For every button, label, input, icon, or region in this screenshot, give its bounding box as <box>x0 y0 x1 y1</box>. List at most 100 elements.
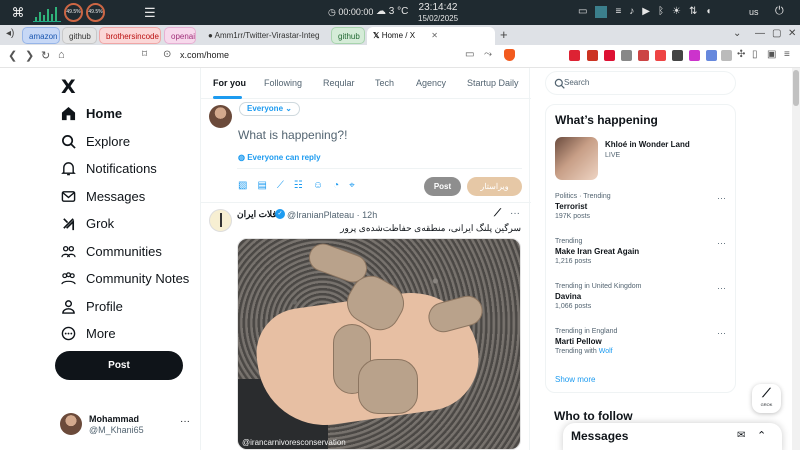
tab-github-2[interactable]: github <box>331 27 365 44</box>
live-thumbnail[interactable] <box>555 137 598 180</box>
window-icon[interactable]: ▭ <box>578 6 587 18</box>
close-tab-icon[interactable]: ✕ <box>431 31 438 40</box>
share-icon[interactable]: ⤳ <box>484 49 492 60</box>
tweet-handle[interactable]: @IranianPlateau · 12h <box>287 210 377 220</box>
more-dots-icon[interactable]: ··· <box>717 283 726 293</box>
more-dots-icon[interactable]: ··· <box>180 416 190 427</box>
tweet-avatar[interactable] <box>209 209 232 232</box>
extensions-puzzle-icon[interactable]: ✣ <box>737 49 745 60</box>
minimize-icon[interactable]: — <box>755 28 765 39</box>
tab-brothersincode[interactable]: brothersincode <box>99 27 161 44</box>
site-info-icon[interactable]: ⊙ <box>163 49 171 60</box>
timer[interactable]: ◷ 00:00:00 <box>328 7 373 18</box>
keyboard-layout[interactable]: us <box>749 7 759 17</box>
reading-list-icon[interactable]: ▯ <box>752 49 758 60</box>
maximize-icon[interactable]: ▢ <box>772 28 781 39</box>
tab-reqular[interactable]: Reqular <box>323 78 355 88</box>
more-dots-icon[interactable]: ··· <box>717 193 726 203</box>
brightness-icon[interactable]: ☀ <box>672 6 681 18</box>
account-switcher[interactable]: Mohammad @M_Khani65 ··· <box>60 413 200 439</box>
tab-startup-daily[interactable]: Startup Daily <box>467 78 519 88</box>
live-title[interactable]: Khloé in Wonder Land <box>605 140 690 149</box>
compose-post-button[interactable]: Post <box>424 177 461 196</box>
grok-floating-button[interactable]: ⟋ GROK <box>752 384 781 413</box>
close-window-icon[interactable]: ✕ <box>788 28 796 39</box>
app-tray-icon[interactable] <box>595 6 608 18</box>
extension-icon-6[interactable] <box>655 50 666 61</box>
bell-icon[interactable]: ♪ <box>629 6 634 18</box>
volume-icon[interactable]: ◖ <box>705 6 711 18</box>
extension-icon-7[interactable] <box>672 50 683 61</box>
trend-item[interactable]: Trending Make Iran Great Again 1,216 pos… <box>555 238 730 265</box>
tab-following[interactable]: Following <box>264 78 302 88</box>
network-icon[interactable]: ⇅ <box>689 6 697 18</box>
tab-openai[interactable]: openai <box>164 27 196 44</box>
scrollbar-thumb[interactable] <box>793 70 799 106</box>
brave-shield-icon[interactable] <box>504 49 515 61</box>
compose-input[interactable]: What is happening?! <box>238 128 347 142</box>
back-icon[interactable]: ❮ <box>8 49 17 62</box>
play-icon[interactable]: ▶ <box>642 6 650 18</box>
weather[interactable]: ☁ 3 °C <box>376 6 408 17</box>
post-button[interactable]: Post <box>55 351 183 380</box>
extension-icon-2[interactable] <box>587 50 598 61</box>
nav-community-notes[interactable]: Community Notes <box>60 267 189 289</box>
nav-profile[interactable]: Profile <box>60 295 123 317</box>
profile-icon[interactable]: ▣ <box>767 49 776 60</box>
launcher-icon[interactable]: ⌘ <box>10 5 26 21</box>
composer-avatar[interactable] <box>209 105 232 128</box>
search-input[interactable]: Search <box>545 71 736 95</box>
tab-github[interactable]: github <box>62 27 97 44</box>
clock[interactable]: 23:14:42 15/02/2025 <box>418 2 458 24</box>
cast-icon[interactable]: ▭ <box>465 49 474 60</box>
emoji-icon[interactable]: ☺ <box>313 180 323 191</box>
home-icon[interactable]: ⌂ <box>58 49 65 61</box>
trend-item[interactable]: Trending in United Kingdom Davina 1,066 … <box>555 283 730 310</box>
nav-grok[interactable]: Grok <box>60 212 114 234</box>
audience-selector[interactable]: Everyone ⌄ <box>239 102 300 116</box>
extension-icon-8[interactable] <box>689 50 700 61</box>
nav-messages[interactable]: Messages <box>60 185 145 207</box>
location-icon[interactable]: ⌖ <box>349 180 355 191</box>
power-icon[interactable]: ⏻ <box>775 5 784 18</box>
virastar-button[interactable]: ویراستار <box>467 177 522 196</box>
expand-icon[interactable]: ⌃ <box>757 429 766 442</box>
new-tab-button[interactable]: + <box>500 27 508 43</box>
extension-icon-4[interactable] <box>621 50 632 61</box>
scrollbar[interactable] <box>792 68 800 450</box>
tab-agency[interactable]: Agency <box>416 78 446 88</box>
grok-icon[interactable]: ⟋ <box>494 208 501 219</box>
poll-icon[interactable]: ☷ <box>294 180 303 191</box>
forward-icon[interactable]: ❯ <box>25 49 34 62</box>
x-logo[interactable]: X <box>61 76 76 98</box>
media-icon[interactable]: ▧ <box>238 180 247 191</box>
tab-sound-icon[interactable]: ◂) <box>6 28 14 39</box>
new-message-icon[interactable]: ✉ <box>737 430 745 441</box>
bluetooth-icon[interactable]: ᛒ <box>658 6 664 18</box>
more-dots-icon[interactable]: ··· <box>510 208 520 219</box>
trend-item[interactable]: Politics · Trending Terrorist 197K posts… <box>555 193 730 220</box>
tab-for-you[interactable]: For you <box>213 78 246 88</box>
more-dots-icon[interactable]: ··· <box>717 238 726 248</box>
reload-icon[interactable]: ↻ <box>41 49 50 62</box>
extension-icon-10[interactable] <box>721 50 732 61</box>
trend-item[interactable]: Trending in England Marti Pellow Trendin… <box>555 328 730 355</box>
schedule-icon[interactable]: ◔ <box>333 180 339 191</box>
tab-home-x[interactable]: 𝕏 Home / X ✕ <box>367 27 495 45</box>
tab-amazon[interactable]: amazon <box>22 27 60 44</box>
url-field[interactable]: x.com/home <box>180 50 229 60</box>
gif-icon[interactable]: ▤ <box>257 180 266 191</box>
tab-tech[interactable]: Tech <box>375 78 394 88</box>
nav-explore[interactable]: Explore <box>60 130 130 152</box>
nav-home[interactable]: Home <box>60 102 122 124</box>
extension-icon-9[interactable] <box>706 50 717 61</box>
list-icon[interactable]: ≡ <box>615 6 621 18</box>
show-more-link[interactable]: Show more <box>555 375 595 384</box>
extension-icon-3[interactable] <box>604 50 615 61</box>
reply-setting[interactable]: ◍ Everyone can reply <box>238 153 321 162</box>
nav-more[interactable]: More <box>60 322 116 344</box>
extension-icon-5[interactable] <box>638 50 649 61</box>
nav-communities[interactable]: Communities <box>60 240 162 262</box>
more-dots-icon[interactable]: ··· <box>717 328 726 338</box>
extension-icon-1[interactable] <box>569 50 580 61</box>
